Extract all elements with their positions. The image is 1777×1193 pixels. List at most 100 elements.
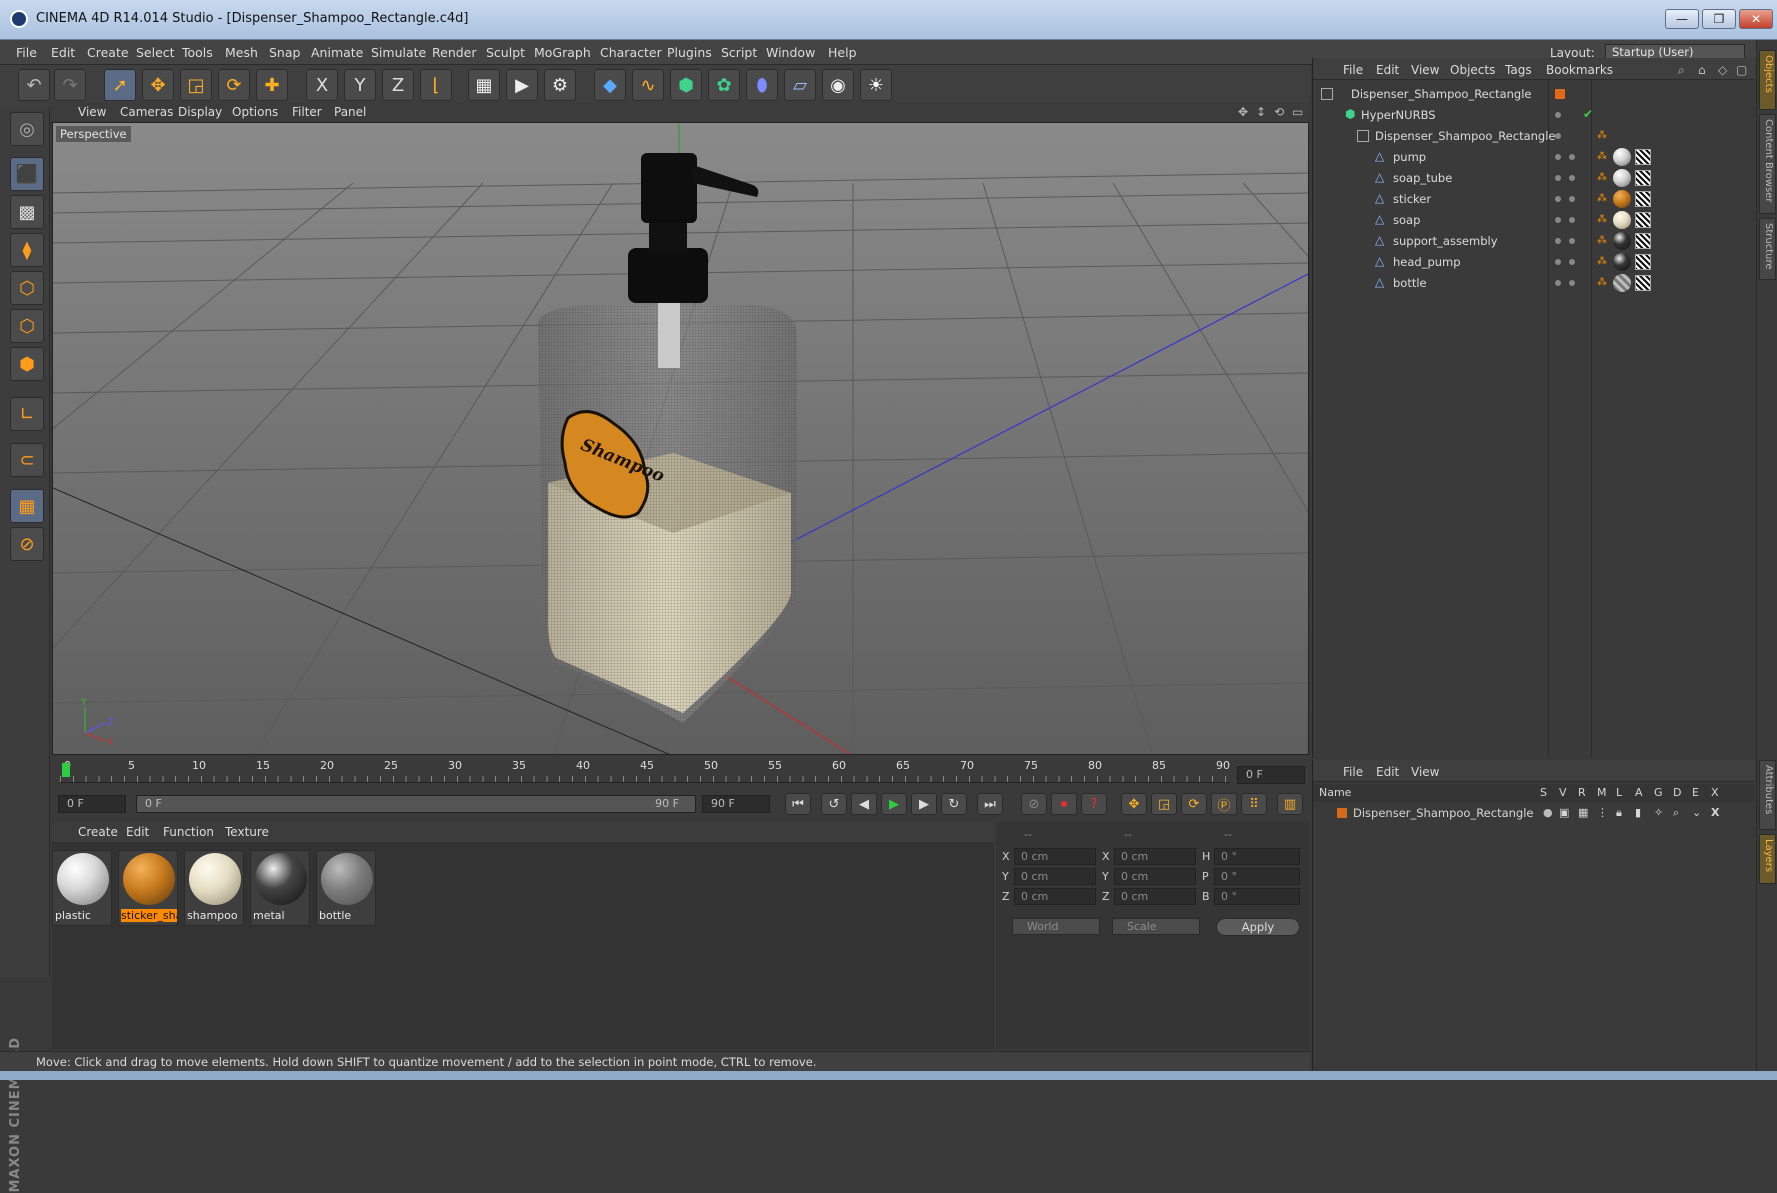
viewport-move-icon[interactable]: ✥ [1238,105,1248,119]
object-row[interactable]: △ sticker ⁂ [1313,189,1755,210]
uvw-tag[interactable] [1635,233,1651,249]
tab-attributes[interactable]: Attributes [1759,760,1776,830]
viewport-menu-options[interactable]: Options [232,105,278,119]
menu-simulate[interactable]: Simulate [371,45,426,60]
enabled-check-icon[interactable]: ✔ [1583,107,1593,121]
key-scale-icon[interactable]: ◲ [1151,793,1177,815]
phong-tag-icon[interactable]: ⁂ [1597,256,1607,268]
minimize-button[interactable]: — [1665,9,1699,29]
move-icon[interactable]: ✥ [142,69,174,101]
editor-visibility-dot[interactable] [1555,112,1561,118]
uvw-tag[interactable] [1635,254,1651,270]
layer-solo-dot[interactable]: ● [1543,806,1553,819]
camera-icon[interactable]: ◉ [822,69,854,101]
material-tag[interactable] [1613,190,1631,208]
render-visibility-dot[interactable] [1569,238,1575,244]
workplane-lock-icon[interactable]: ▦ [10,489,44,523]
material-menu-edit[interactable]: Edit [126,825,149,839]
soft-selection-icon[interactable]: ⊘ [10,527,44,561]
layer-menu-file[interactable]: File [1343,765,1363,779]
editor-visibility-dot[interactable] [1555,196,1561,202]
material-tag[interactable] [1613,274,1631,292]
layer-col-x[interactable]: X [1711,786,1719,799]
menu-render[interactable]: Render [432,45,477,60]
layer-visible-icon[interactable]: ▣ [1559,806,1569,819]
viewport-menu-cameras[interactable]: Cameras [120,105,173,119]
viewport-menu-display[interactable]: Display [178,105,222,119]
layer-deformer-icon[interactable]: ⌕ [1673,806,1679,820]
editor-visibility-dot[interactable] [1555,175,1561,181]
nurbs-icon[interactable]: ⬢ [670,69,702,101]
rotation-b-field[interactable]: 0 ° [1214,888,1300,905]
maximize-button[interactable]: ❐ [1702,9,1736,29]
x-axis-icon[interactable]: X [306,69,338,101]
menu-edit[interactable]: Edit [51,45,75,60]
viewport-menu-panel[interactable]: Panel [334,105,366,119]
layer-color-swatch[interactable] [1555,89,1565,99]
menu-mograph[interactable]: MoGraph [534,45,591,60]
axis-mode-icon[interactable]: ∟ [10,397,44,431]
phong-tag-icon[interactable]: ⁂ [1597,151,1607,163]
size-y-field[interactable]: 0 cm [1114,868,1196,885]
world-coord-icon[interactable]: ⌊ [420,69,452,101]
tab-content-browser[interactable]: Content Browser [1759,114,1776,214]
close-button[interactable]: ✕ [1739,9,1773,29]
render-visibility-dot[interactable] [1569,154,1575,160]
goto-start-icon[interactable]: ⏮ [785,793,811,815]
objects-menu-bookmarks[interactable]: Bookmarks [1546,63,1613,77]
editor-visibility-dot[interactable] [1555,280,1561,286]
object-row[interactable]: △ head_pump ⁂ [1313,252,1755,273]
render-visibility-dot[interactable] [1569,217,1575,223]
floor-icon[interactable]: ▱ [784,69,816,101]
play-icon[interactable]: ▶ [881,793,907,815]
layer-col-s[interactable]: S [1540,786,1547,799]
object-row[interactable]: △ pump ⁂ [1313,147,1755,168]
material-tag[interactable] [1613,211,1631,229]
layer-row[interactable]: Dispenser_Shampoo_Rectangle ● ▣ ▦ ⋮ 🔒︎ ▮… [1313,804,1755,824]
key-pla-icon[interactable]: ⠿ [1241,793,1267,815]
uvw-tag[interactable] [1635,275,1651,291]
phong-tag-icon[interactable]: ⁂ [1597,235,1607,247]
object-row[interactable]: △ bottle ⁂ [1313,273,1755,294]
model-mode-icon[interactable]: ⬛ [10,157,44,191]
menu-create[interactable]: Create [87,45,129,60]
tab-layers[interactable]: Layers [1759,834,1776,884]
playhead-marker[interactable] [62,763,70,777]
tab-structure[interactable]: Structure [1759,218,1776,280]
phong-tag-icon[interactable]: ⁂ [1597,130,1607,142]
render-settings-icon[interactable]: ⚙ [544,69,576,101]
editor-visibility-dot[interactable] [1555,154,1561,160]
object-row[interactable]: △ soap_tube ⁂ [1313,168,1755,189]
apply-button[interactable]: Apply [1216,918,1300,936]
size-mode-dropdown[interactable]: Scale [1112,918,1200,935]
layer-menu-view[interactable]: View [1411,765,1439,779]
layer-menu-edit[interactable]: Edit [1376,765,1399,779]
uvw-tag[interactable] [1635,212,1651,228]
material-bottle[interactable]: bottle [316,850,376,926]
current-frame-field[interactable]: 0 F [1237,766,1305,784]
layer-xref-icon[interactable]: X [1711,806,1719,819]
phong-tag-icon[interactable]: ⁂ [1597,214,1607,226]
add-icon[interactable]: ✚ [256,69,288,101]
menu-character[interactable]: Character [600,45,662,60]
material-tag[interactable] [1613,232,1631,250]
material-tag[interactable] [1613,148,1631,166]
coord-mode-dropdown[interactable]: World [1012,918,1100,935]
points-mode-icon[interactable]: ⬡ [10,271,44,305]
position-y-field[interactable]: 0 cm [1014,868,1096,885]
menu-plugins[interactable]: Plugins [667,45,712,60]
perspective-viewport[interactable]: Shampoo Y Z X Perspective [52,122,1309,755]
layer-col-l[interactable]: L [1616,786,1622,799]
editor-visibility-dot[interactable] [1555,259,1561,265]
render-visibility-dot[interactable] [1569,259,1575,265]
menu-tools[interactable]: Tools [182,45,213,60]
workplane-icon[interactable]: ⧫ [10,233,44,267]
next-frame-icon[interactable]: ▶ [911,793,937,815]
objects-menu-edit[interactable]: Edit [1376,63,1399,77]
spline-icon[interactable]: ∿ [632,69,664,101]
scale-icon[interactable]: ◲ [180,69,212,101]
redo-icon[interactable]: ↷ [54,69,86,101]
texture-mode-icon[interactable]: ▩ [10,195,44,229]
render-visibility-dot[interactable] [1569,175,1575,181]
timeline-ruler[interactable]: 051015202530354045505560657075808590 0 F [52,757,1309,789]
